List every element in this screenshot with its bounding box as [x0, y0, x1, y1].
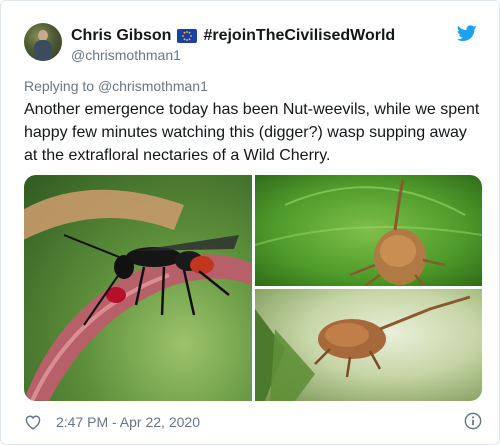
eu-flag-icon — [177, 29, 198, 43]
replying-to-line: Replying to @chrismothman1 — [24, 78, 208, 94]
author-handle[interactable]: @chrismothman1 — [71, 47, 181, 63]
nut-weevil-on-plant-photo[interactable] — [255, 289, 482, 401]
replying-to-prefix: Replying to — [24, 78, 98, 94]
info-icon[interactable] — [464, 412, 482, 430]
replying-to-handle-link[interactable]: @chrismothman1 — [98, 78, 208, 94]
tweet-text: Another emergence today has been Nut-wee… — [24, 101, 480, 164]
media-grid — [24, 175, 482, 401]
display-name[interactable]: Chris Gibson — [71, 27, 171, 45]
wasp-on-cherry-stem-photo[interactable] — [24, 175, 252, 401]
heart-icon[interactable] — [24, 414, 42, 430]
twitter-bird-icon[interactable] — [457, 25, 477, 42]
timestamp[interactable]: 2:47 PM - Apr 22, 2020 — [56, 414, 200, 430]
author-name-row[interactable]: Chris Gibson #rejoinTheCivilisedWorld — [71, 25, 395, 47]
nut-weevil-on-leaf-photo[interactable] — [255, 175, 482, 286]
avatar[interactable] — [24, 23, 62, 61]
name-hashtag: #rejoinTheCivilisedWorld — [203, 27, 396, 44]
tweet-card[interactable]: Chris Gibson #rejoinTheCivilisedWorld @c… — [0, 0, 500, 445]
tweet-footer: 2:47 PM - Apr 22, 2020 — [24, 411, 482, 435]
